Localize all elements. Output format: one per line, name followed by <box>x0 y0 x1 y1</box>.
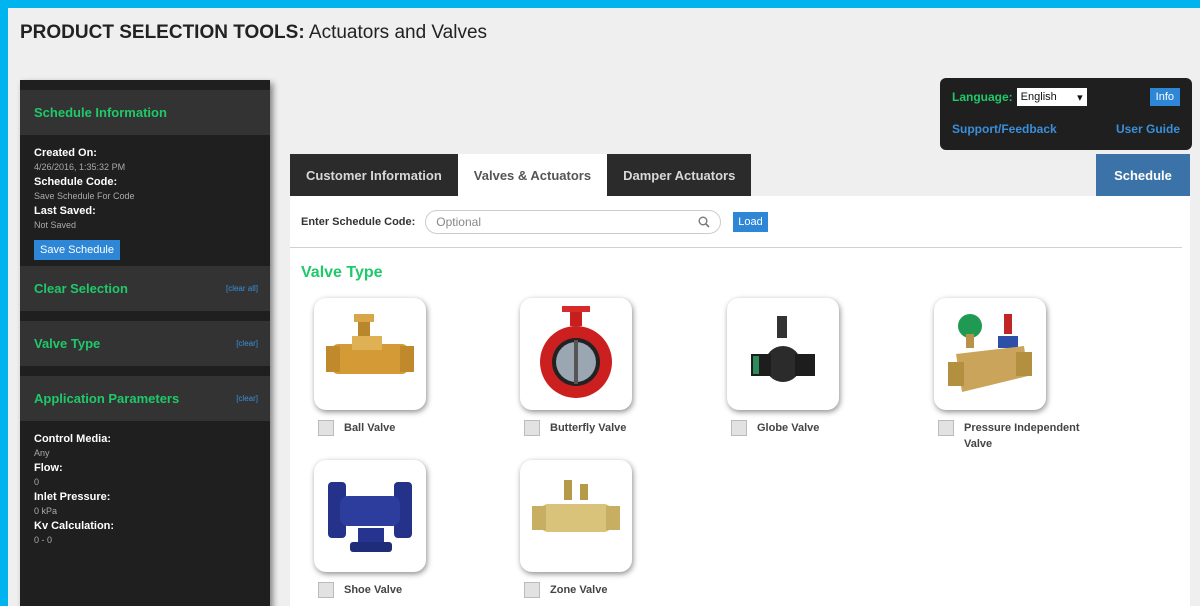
last-saved-value: Not Saved <box>34 220 77 230</box>
valve-card-ball[interactable]: Ball Valve <box>314 298 514 436</box>
page-title: PRODUCT SELECTION TOOLS: Actuators and V… <box>20 22 487 44</box>
zone-valve-label: Zone Valve <box>550 584 608 596</box>
created-value: 4/26/2016, 1:35:32 PM <box>34 162 126 172</box>
control-media-value: Any <box>34 448 50 458</box>
kv-calculation-value: 0 - 0 <box>34 535 53 545</box>
schedule-code-row: Enter Schedule Code: Optional Load <box>290 196 1182 248</box>
schedule-code-input[interactable]: Optional <box>425 209 722 234</box>
sidebar: Schedule Information Created On: 4/26/20… <box>20 80 270 606</box>
load-button[interactable]: Load <box>733 211 768 232</box>
shoe-valve-icon <box>328 482 412 552</box>
butterfly-valve-icon <box>540 306 612 398</box>
zone-valve-icon <box>532 480 620 532</box>
flow-value: 0 <box>34 477 40 487</box>
inlet-pressure-label: Inlet Pressure: <box>34 491 111 503</box>
search-icon[interactable] <box>698 216 710 228</box>
zone-valve-checkbox[interactable] <box>524 582 540 598</box>
ball-valve-icon <box>326 314 414 374</box>
globe-valve-image[interactable] <box>727 298 839 410</box>
butterfly-valve-label: Butterfly Valve <box>550 422 627 434</box>
tab-customer-information[interactable]: Customer Information <box>290 154 458 196</box>
app-frame: PRODUCT SELECTION TOOLS: Actuators and V… <box>8 8 1200 606</box>
shoe-valve-checkbox[interactable] <box>318 582 334 598</box>
ball-valve-label-row: Ball Valve <box>314 420 514 436</box>
globe-valve-label-row: Globe Valve <box>727 420 927 436</box>
globe-valve-icon <box>751 316 815 382</box>
zone-valve-image[interactable] <box>520 460 632 572</box>
schedule-info-heading-label: Schedule Information <box>34 105 167 120</box>
created-label: Created On: <box>34 147 97 159</box>
valve-type-title: Valve Type <box>301 264 383 281</box>
clear-selection-heading[interactable]: Clear Selection [clear all] <box>20 266 270 311</box>
valve-type-heading[interactable]: Valve Type [clear] <box>20 321 270 366</box>
schedule-info-body: Created On: 4/26/2016, 1:35:32 PM Schedu… <box>20 135 270 266</box>
clear-all-link[interactable]: [clear all] <box>226 284 258 293</box>
app-params-clear-link[interactable]: [clear] <box>236 394 258 403</box>
links-row: Support/Feedback User Guide <box>952 122 1180 136</box>
schedule-code-placeholder: Optional <box>436 214 481 229</box>
shoe-valve-label-row: Shoe Valve <box>314 582 514 598</box>
user-guide-link[interactable]: User Guide <box>1116 122 1180 136</box>
flow-label: Flow: <box>34 462 63 474</box>
save-schedule-button[interactable]: Save Schedule <box>34 240 120 260</box>
tab-damper-actuators[interactable]: Damper Actuators <box>607 154 752 196</box>
pressure-independent-valve-label: Pressure Independent Valve <box>964 422 1080 450</box>
schedule-code-input-label: Enter Schedule Code: <box>301 215 416 228</box>
schedule-code-label: Schedule Code: <box>34 176 118 188</box>
kv-calculation-label: Kv Calculation: <box>34 520 115 532</box>
valve-card-pressure-independent[interactable]: Pressure Independent Valve <box>934 298 1134 452</box>
language-label: Language: <box>952 90 1013 104</box>
control-media-label: Control Media: <box>34 433 111 445</box>
butterfly-valve-label-row: Butterfly Valve <box>520 420 720 436</box>
support-feedback-link[interactable]: Support/Feedback <box>952 122 1057 136</box>
app-params-body: Control Media: Any Flow: 0 Inlet Pressur… <box>20 421 270 555</box>
valve-card-butterfly[interactable]: Butterfly Valve <box>520 298 720 436</box>
last-saved-label: Last Saved: <box>34 205 96 217</box>
app-params-label: Application Parameters <box>34 391 180 406</box>
ball-valve-image[interactable] <box>314 298 426 410</box>
app-params-heading[interactable]: Application Parameters [clear] <box>20 376 270 421</box>
settings-box: Language: English ▾ Info Support/Feedbac… <box>940 78 1192 150</box>
pressure-independent-valve-checkbox[interactable] <box>938 420 954 436</box>
globe-valve-checkbox[interactable] <box>731 420 747 436</box>
zone-valve-label-row: Zone Valve <box>520 582 720 598</box>
valve-card-globe[interactable]: Globe Valve <box>727 298 927 436</box>
language-row: Language: English ▾ Info <box>952 88 1180 106</box>
page-title-strong: PRODUCT SELECTION TOOLS: <box>20 22 305 43</box>
sidebar-gap <box>20 366 270 376</box>
shoe-valve-image[interactable] <box>314 460 426 572</box>
tab-schedule[interactable]: Schedule <box>1096 154 1190 196</box>
page-title-rest: Actuators and Valves <box>304 22 488 43</box>
valve-type-clear-link[interactable]: [clear] <box>236 339 258 348</box>
schedule-code-value: Save Schedule For Code <box>34 191 135 201</box>
valve-card-zone[interactable]: Zone Valve <box>520 460 720 598</box>
butterfly-valve-image[interactable] <box>520 298 632 410</box>
valve-card-shoe[interactable]: Shoe Valve <box>314 460 514 598</box>
butterfly-valve-checkbox[interactable] <box>524 420 540 436</box>
shoe-valve-label: Shoe Valve <box>344 584 403 596</box>
language-select[interactable]: English ▾ <box>1016 88 1087 106</box>
tab-bar: Customer Information Valves & Actuators … <box>290 154 1190 196</box>
chevron-down-icon: ▾ <box>1077 91 1083 104</box>
pressure-independent-valve-label-row: Pressure Independent Valve <box>934 420 1134 452</box>
clear-selection-label: Clear Selection <box>34 281 128 296</box>
ball-valve-label: Ball Valve <box>344 422 396 434</box>
ball-valve-checkbox[interactable] <box>318 420 334 436</box>
pressure-independent-valve-icon <box>948 314 1032 392</box>
tab-valves-actuators[interactable]: Valves & Actuators <box>457 154 608 196</box>
pressure-independent-valve-image[interactable] <box>934 298 1046 410</box>
schedule-info-heading[interactable]: Schedule Information <box>20 90 270 135</box>
globe-valve-label: Globe Valve <box>757 422 820 434</box>
sidebar-gap <box>20 311 270 321</box>
valve-type-label: Valve Type <box>34 336 101 351</box>
info-button[interactable]: Info <box>1149 88 1180 106</box>
inlet-pressure-value: 0 kPa <box>34 506 58 516</box>
language-value: English <box>1020 91 1057 103</box>
